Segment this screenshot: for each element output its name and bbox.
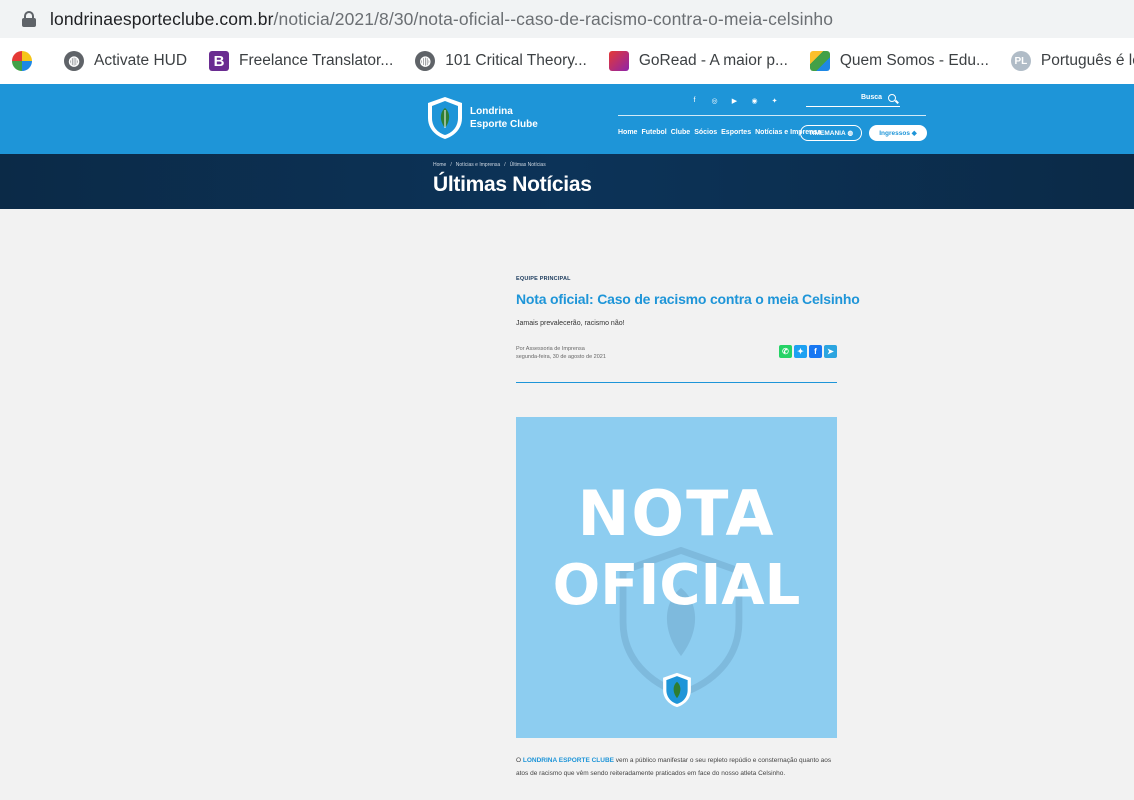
goread-icon	[608, 51, 629, 71]
facebook-icon[interactable]: f	[690, 97, 699, 105]
bookmark-label: Quem Somos - Edu...	[839, 52, 989, 69]
club-logo[interactable]: Londrina Esporte Clube	[426, 96, 538, 140]
flickr-icon[interactable]: ◉	[750, 97, 759, 105]
body-brand: LONDRINA ESPORTE CLUBE	[522, 757, 614, 764]
timemania-button[interactable]: TIMEMANIA ◍	[800, 125, 862, 141]
crumb-separator: /	[504, 162, 506, 168]
bookmark-label: Activate HUD	[94, 52, 188, 69]
hero-image: NOTA OFICIAL	[516, 417, 837, 738]
crumb-current: Últimas Notícias	[509, 162, 546, 168]
nav-home[interactable]: Home	[618, 129, 637, 136]
bookmark-goread[interactable]: GoRead - A maior p...	[608, 51, 788, 71]
social-links: f ◎ ▶ ◉ ✦	[690, 97, 779, 105]
article-headline: Nota oficial: Caso de racismo contra o m…	[516, 291, 860, 307]
instagram-icon[interactable]: ◎	[710, 97, 719, 105]
share-buttons: ✆ ✦ f ➤	[779, 345, 837, 358]
club-name: Londrina Esporte Clube	[470, 106, 538, 130]
twitter-icon[interactable]: ✦	[794, 345, 807, 358]
article-meta: Por Assessoria de Imprensa segunda-feira…	[516, 345, 837, 365]
bookmark-activate-hud[interactable]: ◍ Activate HUD	[64, 51, 187, 71]
bookmark-quem-somos[interactable]: Quem Somos - Edu...	[809, 51, 989, 71]
colorful-square-icon	[809, 51, 830, 71]
crumb-home[interactable]: Home	[433, 162, 446, 168]
youtube-icon[interactable]: ▶	[730, 97, 739, 105]
globe-icon: ◍	[415, 51, 436, 71]
bookmark-app[interactable]	[12, 51, 42, 71]
twitter-icon[interactable]: ✦	[770, 97, 779, 105]
address-bar[interactable]: londrinaesporteclube.com.br/noticia/2021…	[0, 0, 1134, 38]
nav-socios[interactable]: Sócios	[694, 129, 717, 136]
club-crest-icon	[663, 672, 691, 708]
bookmark-portugues-legal[interactable]: PL Português é legal	[1010, 51, 1134, 71]
ingressos-button[interactable]: Ingressos ◆	[869, 125, 927, 141]
lock-icon[interactable]	[22, 11, 36, 27]
ticket-icon: ◆	[911, 130, 917, 137]
nav-esportes[interactable]: Esportes	[721, 129, 751, 136]
crumb-noticias[interactable]: Notícias e Imprensa	[456, 162, 500, 168]
nav-clube[interactable]: Clube	[671, 129, 690, 136]
bookmark-label: Freelance Translator...	[239, 52, 394, 69]
club-crest-icon	[428, 97, 462, 139]
article-category[interactable]: EQUIPE PRINCIPAL	[516, 276, 837, 282]
site-header: Londrina Esporte Clube f ◎ ▶ ◉ ✦ Busca H…	[0, 84, 1134, 154]
page-title: Últimas Notícias	[433, 173, 592, 196]
globe-icon: ◍	[847, 130, 854, 137]
b-letter-icon: B	[209, 51, 230, 71]
search-input[interactable]: Busca	[806, 93, 900, 107]
search-label: Busca	[860, 94, 882, 101]
breadcrumb: Home / Notícias e Imprensa / Últimas Not…	[433, 162, 546, 168]
hero-text-nota: NOTA	[577, 477, 776, 550]
telegram-icon[interactable]: ➤	[824, 345, 837, 358]
article-body: O LONDRINA ESPORTE CLUBE vem a público m…	[516, 754, 837, 780]
bookmarks-bar: ◍ Activate HUD B Freelance Translator...…	[0, 38, 1134, 84]
whatsapp-icon[interactable]: ✆	[779, 345, 792, 358]
body-prefix: O	[516, 757, 523, 764]
article-divider	[516, 382, 837, 383]
globe-icon: ◍	[64, 51, 84, 71]
bookmark-label: Português é legal	[1040, 52, 1134, 69]
facebook-icon[interactable]: f	[809, 345, 822, 358]
article-subtitle: Jamais prevalecerão, racismo não!	[516, 320, 625, 327]
bookmark-label: GoRead - A maior p...	[638, 52, 788, 69]
header-divider	[618, 115, 926, 116]
crumb-separator: /	[450, 162, 452, 168]
pl-badge-icon: PL	[1010, 51, 1031, 71]
app-favicon-icon	[12, 51, 32, 71]
bookmark-label: 101 Critical Theory...	[445, 52, 587, 69]
hero-text-oficial: OFICIAL	[552, 553, 801, 618]
bookmark-freelance-translator[interactable]: B Freelance Translator...	[209, 51, 393, 71]
main-nav: Home Futebol Clube Sócios Esportes Notíc…	[618, 129, 821, 136]
article-header: EQUIPE PRINCIPAL Nota oficial: Caso de r…	[516, 276, 860, 365]
bookmark-critical-theory[interactable]: ◍ 101 Critical Theory...	[415, 51, 587, 71]
url-text[interactable]: londrinaesporteclube.com.br/noticia/2021…	[50, 9, 833, 30]
nav-futebol[interactable]: Futebol	[641, 129, 666, 136]
page-banner: Home / Notícias e Imprensa / Últimas Not…	[0, 154, 1134, 209]
search-icon[interactable]	[888, 94, 896, 102]
